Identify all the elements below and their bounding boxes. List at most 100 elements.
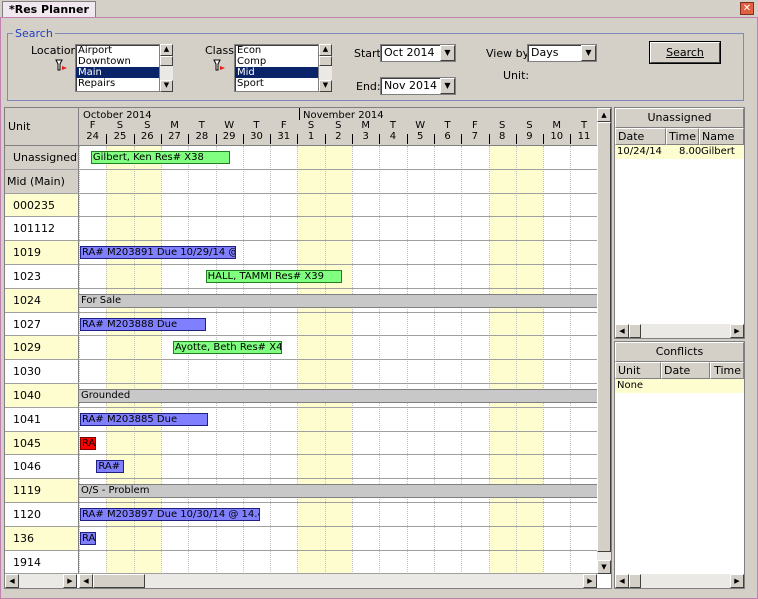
scroll-up-icon[interactable]: ▲ [319, 44, 332, 56]
unit-cell[interactable]: 1045 [5, 431, 79, 456]
day-header: S8 [489, 120, 516, 144]
unit-cell[interactable]: 1030 [5, 360, 79, 384]
scroll-down-icon[interactable]: ▼ [597, 560, 611, 574]
table-row[interactable]: 10/24/14 8.00 Gilbert [615, 145, 744, 159]
location-option[interactable]: Airport [76, 45, 159, 56]
chevron-down-icon[interactable]: ▼ [440, 45, 455, 61]
unit-cell[interactable]: 1024 [5, 288, 79, 313]
unit-cell[interactable]: 1041 [5, 407, 79, 432]
unassigned-panel: Unassigned Reservations Date Time Name 1… [614, 107, 745, 339]
scroll-thumb[interactable] [93, 574, 145, 588]
rental-agreement-bar[interactable]: RA# M203897 Due 10/30/14 @ 14.45 [80, 508, 261, 521]
rental-agreement-bar[interactable]: RA [80, 531, 97, 545]
scroll-up-icon[interactable]: ▲ [160, 44, 173, 56]
day-tick [324, 134, 326, 144]
location-listbox[interactable]: Airport Downtown Main Repairs [75, 44, 160, 92]
unit-horizontal-scrollbar[interactable]: ◀ ▶ [5, 574, 77, 588]
filter-arrow-icon [213, 58, 227, 74]
unit-cell[interactable]: 1914 [5, 550, 79, 574]
unassigned-col-date[interactable]: Date [615, 128, 666, 145]
unit-cell[interactable]: 101112 [5, 217, 79, 242]
day-header: S2 [325, 120, 352, 144]
conflicts-col-time[interactable]: Time [710, 362, 744, 379]
day-header: S 26 [134, 120, 161, 144]
scroll-thumb[interactable] [597, 122, 611, 552]
reservation-bar[interactable]: HALL, TAMMI Res# X39 [205, 270, 343, 283]
scroll-down-icon[interactable]: ▼ [319, 80, 332, 92]
unit-cell[interactable]: 1019 [5, 241, 79, 265]
unit-cell[interactable]: Mid (Main) [5, 169, 79, 194]
status-section-bar[interactable]: O/S - Problem [79, 484, 597, 499]
chevron-down-icon[interactable]: ▼ [440, 78, 455, 94]
grid-horizontal-scrollbar[interactable]: ◀ ▶ [79, 574, 597, 588]
alert-bar[interactable]: RA [80, 436, 97, 450]
day-number: 5 [417, 131, 424, 142]
reservation-bar[interactable]: Ayotte, Beth Res# X40 [172, 341, 282, 355]
unit-cell[interactable]: 1023 [5, 265, 79, 289]
unassigned-title: Unassigned Reservations [615, 108, 744, 141]
conflicts-col-unit[interactable]: Unit [615, 362, 661, 379]
location-option[interactable]: Repairs [76, 78, 159, 89]
unit-cell[interactable]: 1046 [5, 455, 79, 480]
location-option[interactable]: Downtown [76, 56, 159, 67]
class-scrollbar[interactable]: ▲ ▼ [319, 44, 332, 92]
planner-grid: Unit October 2014 November 2014 F 24 S 25 S 2… [4, 107, 612, 589]
unassigned-col-time[interactable]: Time [666, 128, 699, 145]
row-divider [79, 383, 597, 384]
class-option[interactable]: Sport [235, 78, 318, 89]
scroll-thumb[interactable] [629, 324, 641, 338]
scroll-thumb[interactable] [319, 56, 332, 66]
status-section-bar[interactable]: Grounded [79, 389, 597, 403]
day-number: 25 [113, 131, 127, 142]
unassigned-col-name[interactable]: Name [699, 128, 744, 145]
conflicts-col-date[interactable]: Date [661, 362, 710, 379]
search-button[interactable]: Search [650, 42, 720, 63]
unit-cell[interactable]: Unassigned [5, 146, 79, 170]
rental-agreement-bar[interactable]: RA# [96, 460, 124, 474]
scroll-left-icon[interactable]: ◀ [5, 574, 19, 588]
day-tick [160, 134, 162, 144]
location-scrollbar[interactable]: ▲ ▼ [160, 44, 173, 92]
rental-agreement-bar[interactable]: RA# M203888 Due [80, 317, 206, 331]
unassigned-date: 10/24/14 [617, 146, 662, 157]
scroll-thumb[interactable] [629, 574, 641, 588]
unit-cell[interactable]: 1119 [5, 479, 79, 503]
scroll-left-icon[interactable]: ◀ [79, 574, 93, 588]
scroll-right-icon[interactable]: ▶ [583, 574, 597, 588]
class-option[interactable]: Comp [235, 56, 318, 67]
day-tick [188, 134, 190, 144]
unit-cell[interactable]: 000235 [5, 193, 79, 218]
rental-agreement-bar[interactable]: RA# M203885 Due [80, 412, 209, 426]
scroll-thumb[interactable] [160, 56, 173, 66]
unit-cell[interactable]: 136 [5, 526, 79, 551]
class-option[interactable]: Mid [235, 67, 318, 78]
status-section-bar[interactable]: For Sale [79, 293, 597, 308]
unit-cell[interactable]: 1029 [5, 336, 79, 361]
day-tick [379, 134, 381, 144]
day-header: T6 [434, 120, 461, 144]
unassigned-horizontal-scrollbar[interactable]: ◀ ▶ [615, 324, 744, 338]
conflicts-horizontal-scrollbar[interactable]: ◀ ▶ [615, 574, 744, 588]
unit-cell[interactable]: 1120 [5, 503, 79, 527]
grid-vertical-scrollbar[interactable]: ▲ ▼ [597, 108, 611, 574]
scroll-right-icon[interactable]: ▶ [63, 574, 77, 588]
row-divider [79, 525, 597, 527]
location-option[interactable]: Main [76, 67, 159, 78]
scroll-left-icon[interactable]: ◀ [615, 324, 629, 338]
chevron-down-icon[interactable]: ▼ [581, 45, 596, 61]
reservation-bar[interactable]: Gilbert, Ken Res# X38 [90, 151, 231, 164]
scroll-up-icon[interactable]: ▲ [597, 108, 611, 122]
scroll-left-icon[interactable]: ◀ [615, 574, 629, 588]
scroll-right-icon[interactable]: ▶ [730, 574, 744, 588]
class-option[interactable]: Econ [235, 45, 318, 56]
class-listbox[interactable]: Econ Comp Mid Sport [234, 44, 319, 92]
close-icon[interactable]: ✕ [740, 2, 754, 15]
unit-cell[interactable]: 1040 [5, 384, 79, 408]
scroll-down-icon[interactable]: ▼ [160, 80, 173, 92]
rental-agreement-bar[interactable]: RA# M203891 Due 10/29/14 @ [80, 246, 236, 260]
unit-cell[interactable]: 1027 [5, 312, 79, 337]
day-of-week: S [526, 120, 533, 131]
day-of-week: T [198, 120, 205, 131]
scroll-right-icon[interactable]: ▶ [730, 324, 744, 338]
viewby-value: Days [531, 46, 559, 59]
